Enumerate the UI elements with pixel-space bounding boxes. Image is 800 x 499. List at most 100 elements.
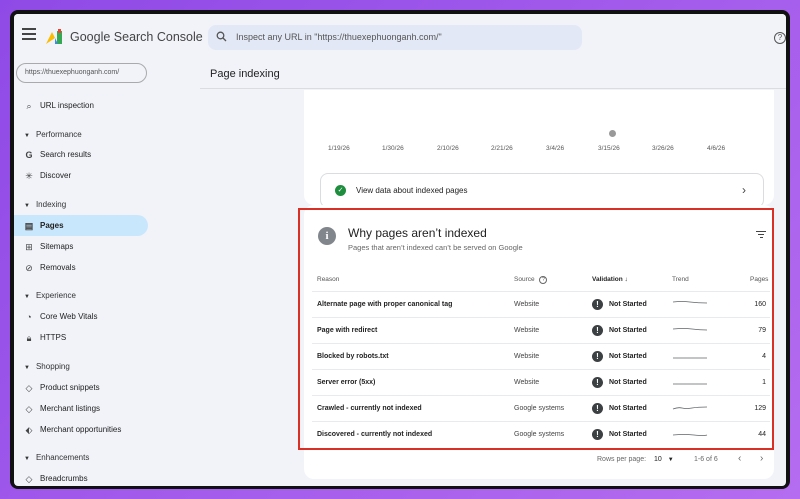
pages-cell: 79 bbox=[758, 327, 766, 334]
sidebar-item-core-web-vitals[interactable]: ◔ Core Web Vitals bbox=[14, 306, 148, 327]
sidebar-item-url-inspection[interactable]: ⌕ URL inspection bbox=[14, 95, 148, 116]
section-indexing[interactable]: ▼ Indexing bbox=[24, 200, 66, 209]
trend-sparkline bbox=[672, 301, 708, 304]
document-icon: ▤ bbox=[24, 221, 34, 231]
filter-icon[interactable] bbox=[756, 231, 766, 239]
reason-cell: Server error (5xx) bbox=[317, 379, 376, 386]
table-row[interactable]: Page with redirect Website ! Not Started … bbox=[312, 317, 770, 343]
x-tick-label: 2/10/26 bbox=[437, 145, 459, 152]
diamond-icon: ◇ bbox=[25, 404, 33, 414]
sidebar-item-sitemaps[interactable]: ⊞ Sitemaps bbox=[14, 236, 148, 257]
lock-icon: 🔒︎ bbox=[26, 333, 32, 343]
alert-icon: ! bbox=[592, 299, 603, 310]
section-experience[interactable]: ▼ Experience bbox=[24, 291, 76, 300]
reason-cell: Discovered - currently not indexed bbox=[317, 431, 433, 438]
validation-cell: ! Not Started bbox=[592, 403, 647, 414]
trend-sparkline bbox=[672, 434, 708, 436]
reason-cell: Crawled - currently not indexed bbox=[317, 405, 422, 412]
sidebar-item-removals[interactable]: ⊘ Removals bbox=[14, 257, 148, 278]
check-circle-icon: ✓ bbox=[335, 185, 346, 196]
sidebar: https://thuexephuonganh.com/ ⌕ URL inspe… bbox=[14, 58, 154, 486]
source-cell: Google systems bbox=[514, 431, 565, 438]
table-row[interactable]: Blocked by robots.txt Website ! Not Start… bbox=[312, 343, 770, 369]
trend-sparkline bbox=[673, 357, 707, 359]
sidebar-item-product-snippets[interactable]: ◇ Product snippets bbox=[14, 377, 148, 398]
x-tick-label: 3/4/26 bbox=[546, 145, 565, 152]
chevron-left-icon[interactable]: ‹ bbox=[738, 453, 741, 464]
card-subtitle: Pages that aren’t indexed can’t be serve… bbox=[348, 243, 523, 252]
trend-sparkline bbox=[673, 383, 707, 385]
indexing-chart-card: 1/19/26 1/30/26 2/10/26 2/21/26 3/4/26 3… bbox=[304, 90, 774, 208]
sidebar-item-breadcrumbs[interactable]: ◇ Breadcrumbs bbox=[14, 468, 148, 486]
table-row[interactable]: Crawled - currently not indexed Google s… bbox=[312, 395, 770, 421]
divider bbox=[200, 88, 786, 89]
pages-cell: 129 bbox=[754, 405, 766, 412]
reason-cell: Alternate page with proper canonical tag bbox=[317, 301, 453, 308]
chevron-right-icon: › bbox=[742, 183, 746, 197]
sidebar-item-pages[interactable]: ▤ Pages bbox=[14, 215, 148, 236]
sidebar-item-discover[interactable]: ✳ Discover bbox=[14, 165, 148, 186]
validation-cell: ! Not Started bbox=[592, 325, 647, 336]
section-performance[interactable]: ▼ Performance bbox=[24, 130, 82, 139]
table-row[interactable]: Server error (5xx) Website ! Not Started … bbox=[312, 369, 770, 395]
app-window: Google Search Console Inspect any URL in… bbox=[14, 14, 786, 486]
validation-cell: ! Not Started bbox=[592, 429, 647, 440]
why-not-indexed-card: i Why pages aren’t indexed Pages that ar… bbox=[298, 205, 774, 479]
card-title: Why pages aren’t indexed bbox=[348, 226, 487, 240]
tag-icon: ⬖ bbox=[25, 425, 33, 435]
chevron-right-icon[interactable]: › bbox=[760, 453, 763, 464]
validation-cell: ! Not Started bbox=[592, 299, 647, 310]
validation-cell: ! Not Started bbox=[592, 351, 647, 362]
view-indexed-pages-link[interactable]: ✓ View data about indexed pages › bbox=[320, 173, 764, 208]
column-header-reason[interactable]: Reason bbox=[317, 276, 339, 283]
sidebar-item-https[interactable]: 🔒︎ HTTPS bbox=[14, 327, 148, 348]
pages-cell: 1 bbox=[762, 379, 766, 386]
reason-cell: Page with redirect bbox=[317, 327, 378, 334]
section-shopping[interactable]: ▼ Shopping bbox=[24, 362, 70, 371]
alert-icon: ! bbox=[592, 351, 603, 362]
info-icon: i bbox=[318, 227, 336, 245]
rows-per-page-select[interactable]: 10 ▼ bbox=[654, 456, 674, 463]
chart-annotation-marker[interactable] bbox=[609, 130, 616, 137]
source-cell: Website bbox=[514, 379, 540, 386]
main-content: Page indexing 1/19/26 1/30/26 2/10/26 2/… bbox=[200, 58, 786, 486]
x-tick-label: 3/15/26 bbox=[598, 145, 620, 152]
sidebar-item-merchant-listings[interactable]: ◇ Merchant listings bbox=[14, 398, 148, 419]
x-tick-label: 1/30/26 bbox=[382, 145, 404, 152]
help-icon[interactable]: ? bbox=[774, 32, 786, 44]
search-input[interactable]: Inspect any URL in "https://thuexephuong… bbox=[236, 32, 442, 42]
column-header-trend: Trend bbox=[672, 276, 689, 283]
menu-icon[interactable] bbox=[22, 28, 36, 40]
pagination-range: 1-6 of 6 bbox=[694, 456, 718, 463]
column-header-source[interactable]: Source ? bbox=[514, 276, 548, 284]
alert-icon: ! bbox=[592, 325, 603, 336]
trend-sparkline bbox=[672, 328, 708, 331]
trend-sparkline bbox=[672, 406, 708, 410]
x-tick-label: 1/19/26 bbox=[328, 145, 350, 152]
sidebar-item-merchant-opportunities[interactable]: ⬖ Merchant opportunities bbox=[14, 419, 148, 440]
sidebar-item-search-results[interactable]: G Search results bbox=[14, 144, 148, 165]
page-title: Page indexing bbox=[210, 68, 280, 80]
url-inspect-search[interactable]: Inspect any URL in "https://thuexephuong… bbox=[208, 25, 582, 50]
section-enhancements[interactable]: ▼ Enhancements bbox=[24, 453, 89, 462]
help-icon[interactable]: ? bbox=[539, 276, 548, 284]
pages-cell: 44 bbox=[758, 431, 766, 438]
dropdown-arrow-icon: ▼ bbox=[667, 457, 674, 463]
alert-icon: ! bbox=[592, 429, 603, 440]
source-cell: Google systems bbox=[514, 405, 565, 412]
search-icon: ⌕ bbox=[26, 101, 32, 111]
source-cell: Website bbox=[514, 353, 540, 360]
x-tick-label: 4/6/26 bbox=[707, 145, 726, 152]
arrow-down-icon: ↓ bbox=[624, 276, 628, 283]
app-name: Google Search Console bbox=[70, 30, 203, 44]
top-bar: Google Search Console Inspect any URL in… bbox=[14, 14, 786, 58]
table-row[interactable]: Discovered - currently not indexed Googl… bbox=[312, 421, 770, 447]
diamond-icon: ◇ bbox=[25, 383, 33, 393]
column-header-pages[interactable]: Pages bbox=[750, 276, 768, 283]
speed-icon: ◔ bbox=[26, 312, 32, 322]
diamond-icon: ◇ bbox=[25, 474, 33, 484]
property-selector[interactable]: https://thuexephuonganh.com/ bbox=[16, 63, 147, 83]
table-row[interactable]: Alternate page with proper canonical tag… bbox=[312, 291, 770, 317]
column-header-validation[interactable]: Validation ↓ bbox=[592, 276, 628, 283]
rows-per-page-label: Rows per page: bbox=[597, 456, 647, 463]
